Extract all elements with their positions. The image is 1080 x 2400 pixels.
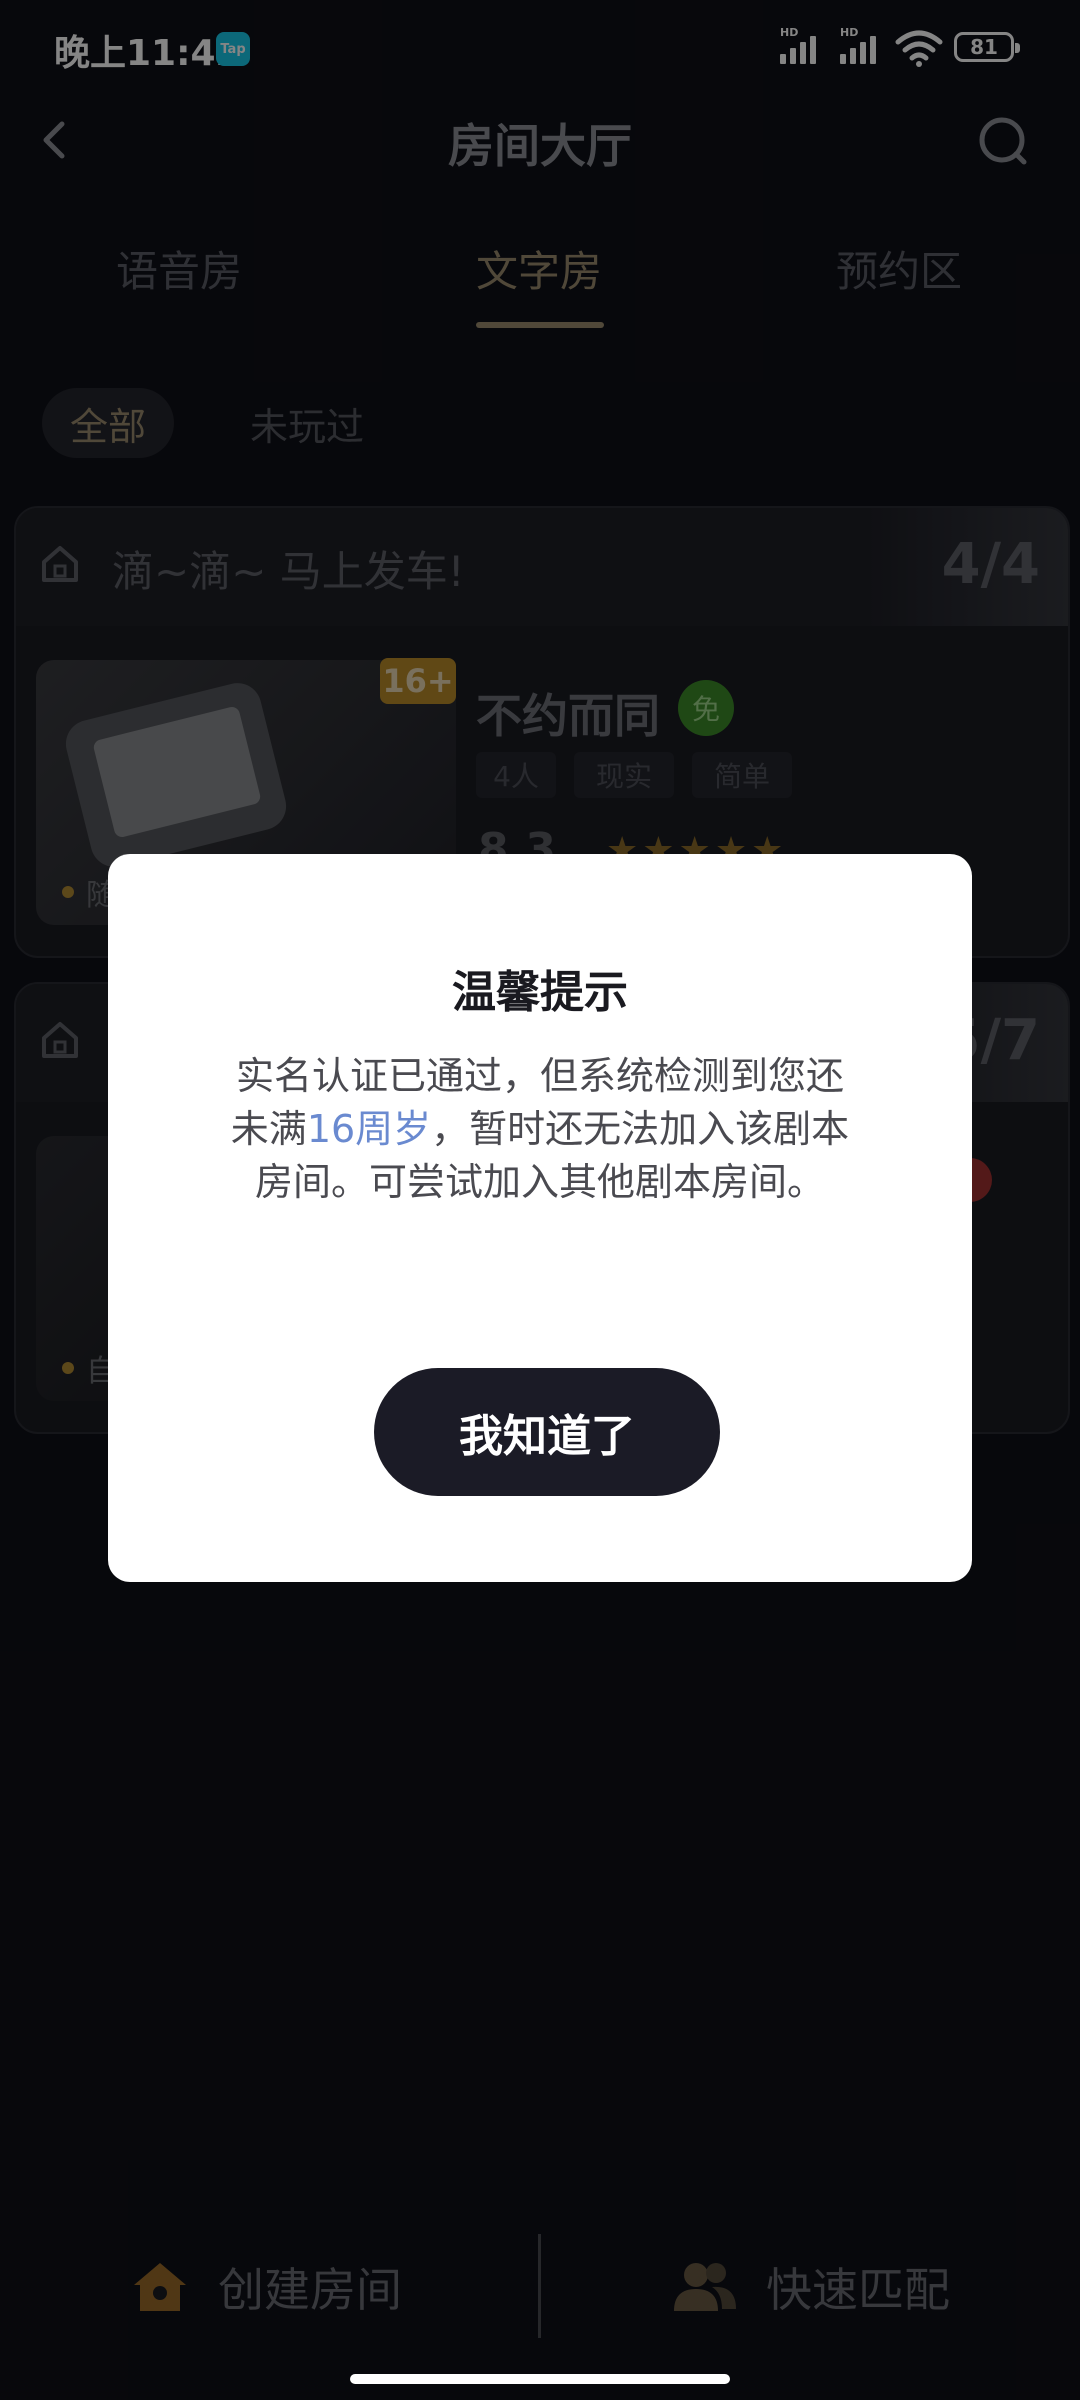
age-restriction-dialog: 温馨提示 实名认证已通过，但系统检测到您还未满16周岁，暂时还无法加入该剧本房间… (108, 854, 972, 1582)
home-indicator[interactable] (350, 2374, 730, 2384)
dialog-message: 实名认证已通过，但系统检测到您还未满16周岁，暂时还无法加入该剧本房间。可尝试加… (228, 1050, 852, 1209)
confirm-button[interactable]: 我知道了 (374, 1368, 720, 1496)
dialog-title: 温馨提示 (452, 967, 628, 1018)
age-requirement-highlight: 16周岁 (306, 1107, 432, 1151)
